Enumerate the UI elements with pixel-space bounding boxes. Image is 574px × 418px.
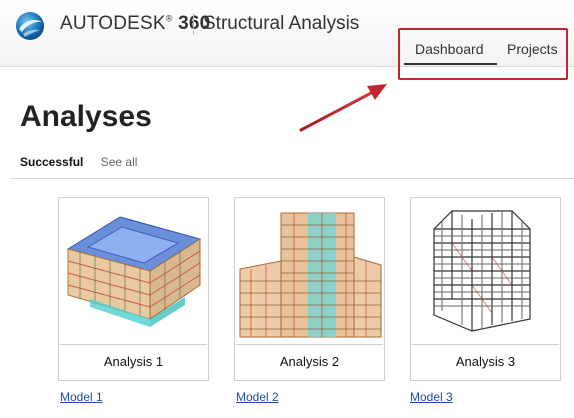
model-link-3[interactable]: Model 3 bbox=[410, 390, 453, 404]
tab-dashboard[interactable]: Dashboard bbox=[415, 41, 484, 57]
page-title: Analyses bbox=[20, 100, 152, 133]
filter-see-all[interactable]: See all bbox=[101, 155, 138, 169]
analysis-card-1[interactable]: Analysis 1 bbox=[58, 197, 209, 381]
analysis-caption-1: Analysis 1 bbox=[103, 354, 164, 369]
active-tab-underline bbox=[404, 63, 497, 65]
analysis-thumbnail-2[interactable] bbox=[236, 199, 383, 345]
filter-successful[interactable]: Successful bbox=[20, 155, 83, 169]
analysis-card-2[interactable]: Analysis 2 bbox=[234, 197, 385, 381]
product-name: Structural Analysis bbox=[203, 13, 360, 34]
brand-name: AUTODESK® 360 bbox=[60, 13, 210, 35]
analysis-filters: Successful See all bbox=[20, 155, 151, 169]
building-model-3-icon bbox=[433, 210, 531, 332]
building-model-2-icon bbox=[239, 212, 382, 338]
analysis-caption-2: Analysis 2 bbox=[279, 354, 340, 369]
registered-mark: ® bbox=[165, 13, 173, 24]
section-divider bbox=[10, 178, 574, 179]
analysis-caption-3: Analysis 3 bbox=[455, 354, 516, 369]
analysis-card-3[interactable]: Analysis 3 bbox=[410, 197, 561, 381]
annotation-arrow-icon bbox=[299, 84, 387, 132]
model-link-2[interactable]: Model 2 bbox=[236, 390, 279, 404]
analysis-thumbnail-3[interactable] bbox=[412, 199, 559, 345]
brand-divider bbox=[193, 13, 194, 35]
brand-text: AUTODESK bbox=[60, 13, 166, 34]
model-link-1[interactable]: Model 1 bbox=[60, 390, 103, 404]
tab-projects[interactable]: Projects bbox=[507, 41, 558, 57]
building-model-1-icon bbox=[66, 216, 202, 327]
autodesk-360-logo-icon[interactable] bbox=[14, 10, 46, 42]
analysis-thumbnail-1[interactable] bbox=[60, 199, 207, 345]
